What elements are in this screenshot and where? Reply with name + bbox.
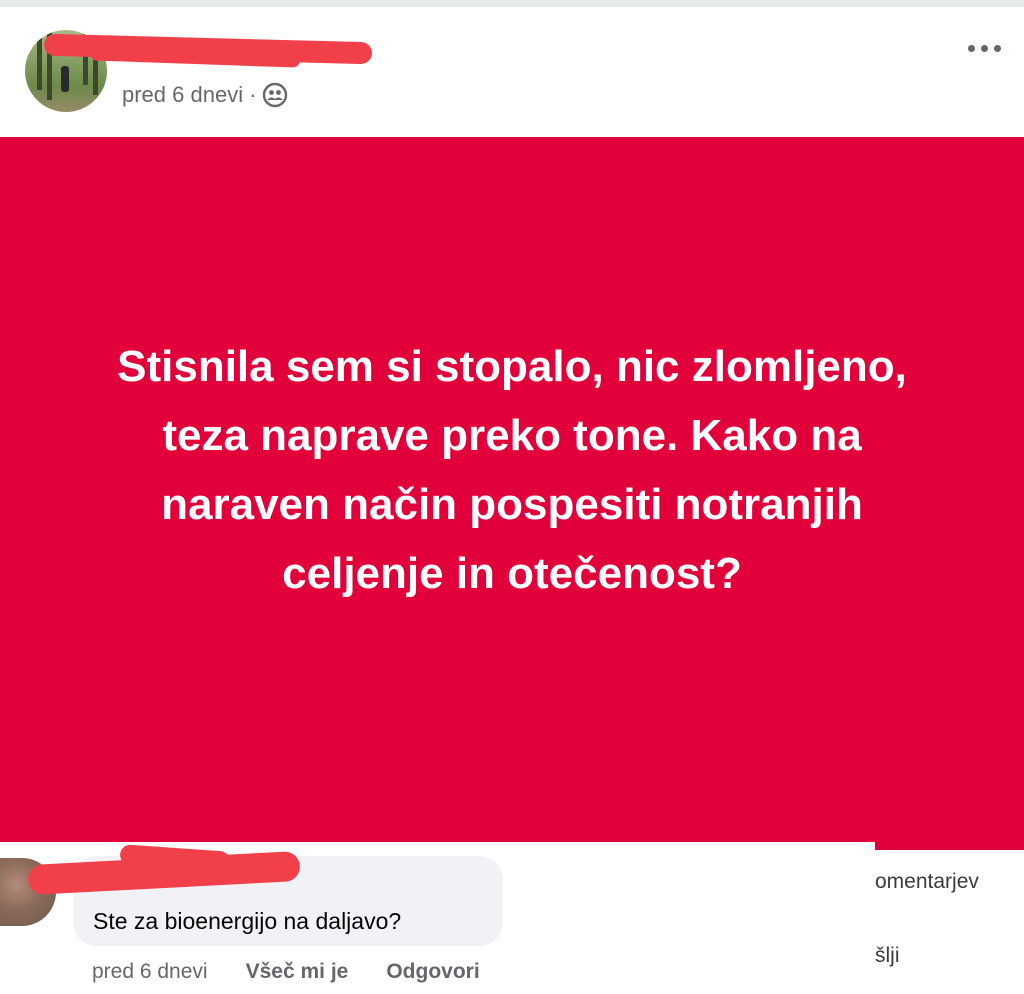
meta-separator: · [249,82,257,107]
post-meta: pred 6 dnevi · [122,82,288,108]
comment-text: Ste za bioenergijo na daljavo? [93,908,402,934]
post-text: Stisnila sem si stopalo, nic zlomljeno, … [117,341,907,598]
panel-edge [875,842,1024,850]
post-time[interactable]: pred 6 dnevi [122,82,243,108]
reply-comment-button[interactable]: Odgovori [386,960,479,984]
comment-time[interactable]: pred 6 dnevi [92,960,208,984]
comment-actions: pred 6 dnevi Všeč mi je Odgovori [92,960,480,984]
post-text-card[interactable]: Stisnila sem si stopalo, nic zlomljeno, … [0,137,1024,842]
share-button[interactable]: šlji [875,944,900,968]
more-horizontal-icon [967,44,975,52]
comments-count-link[interactable]: omentarjev [875,870,979,894]
friends-icon[interactable] [262,82,288,108]
like-comment-button[interactable]: Všeč mi je [246,960,349,984]
avatar-person [61,66,69,92]
more-options-button[interactable] [960,36,1008,60]
top-strip [0,0,1024,7]
